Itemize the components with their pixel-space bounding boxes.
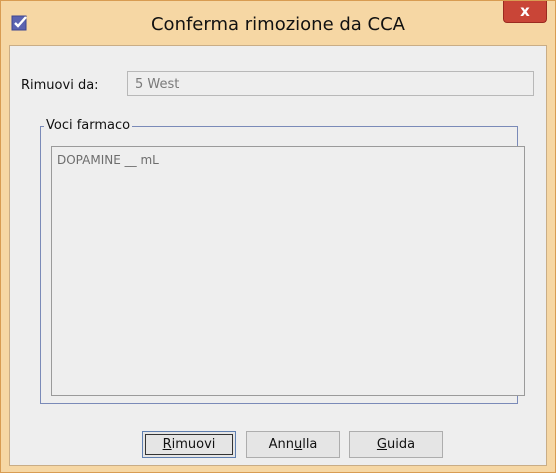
rimuovi-button-mnemonic: R xyxy=(162,437,172,452)
rimuovi-da-field: 5 West xyxy=(127,71,534,96)
list-item[interactable]: DOPAMINE __ mL xyxy=(57,153,159,167)
annulla-button-label-a: Ann xyxy=(268,437,294,452)
rimuovi-da-label: Rimuovi da: xyxy=(21,78,99,93)
title-bar[interactable]: Conferma rimozione da CCA x xyxy=(1,1,555,45)
rimuovi-button[interactable]: Rimuovi xyxy=(142,431,236,458)
annulla-button[interactable]: Annulla xyxy=(246,431,340,458)
guida-button-mnemonic: G xyxy=(376,437,387,452)
close-button[interactable]: x xyxy=(503,1,547,23)
annulla-button-mnemonic: u xyxy=(293,437,303,452)
guida-button[interactable]: Guida xyxy=(349,431,443,458)
voci-farmaco-title: Voci farmaco xyxy=(44,118,133,133)
dialog-window: Conferma rimozione da CCA x Rimuovi da: … xyxy=(0,0,556,473)
dialog-body: Rimuovi da: 5 West Voci farmaco DOPAMINE… xyxy=(9,45,547,466)
guida-button-label-b: uida xyxy=(387,437,416,452)
window-title: Conferma rimozione da CCA xyxy=(150,14,405,35)
voci-farmaco-list[interactable]: DOPAMINE __ mL xyxy=(51,146,525,396)
annulla-button-label-b: lla xyxy=(302,437,318,452)
rimuovi-button-label-b: imuovi xyxy=(171,437,216,452)
